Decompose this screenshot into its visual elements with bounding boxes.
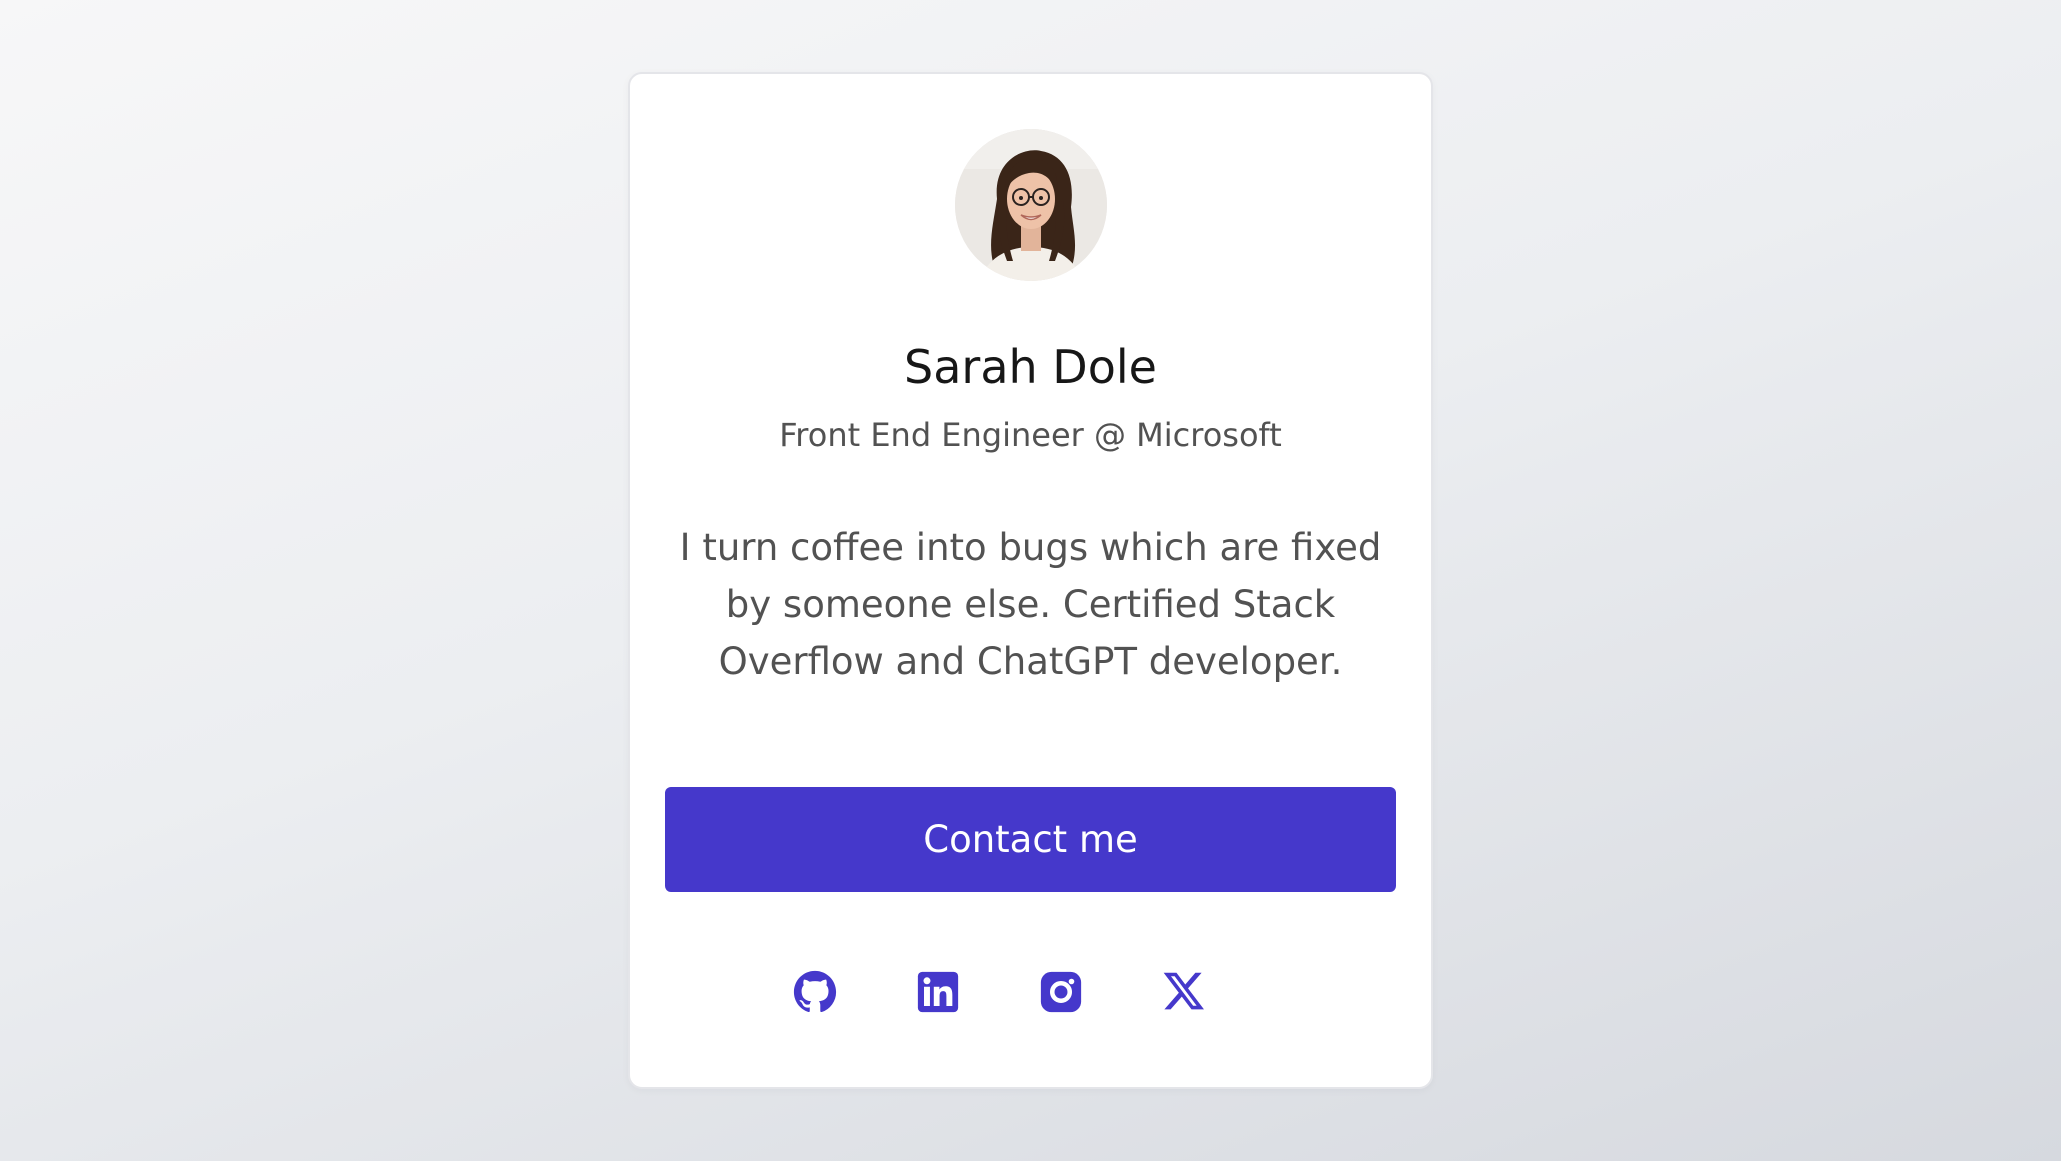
x-icon (1163, 972, 1204, 1010)
social-links (630, 964, 1431, 1020)
profile-card: Sarah Dole Front End Engineer @ Microsof… (628, 72, 1433, 1089)
profile-role: Front End Engineer @ Microsoft (779, 416, 1282, 454)
instagram-link[interactable] (1033, 964, 1089, 1020)
profile-name: Sarah Dole (904, 340, 1157, 394)
profile-bio: I turn coffee into bugs which are fixed … (679, 526, 1382, 683)
linkedin-icon (917, 971, 959, 1013)
github-icon (793, 970, 837, 1013)
contact-button[interactable]: Contact me (665, 787, 1396, 892)
instagram-icon (1040, 971, 1082, 1013)
avatar-photo (955, 129, 1107, 281)
github-link[interactable] (787, 964, 843, 1020)
x-link[interactable] (1156, 964, 1212, 1020)
linkedin-link[interactable] (910, 964, 966, 1020)
avatar (955, 129, 1107, 281)
